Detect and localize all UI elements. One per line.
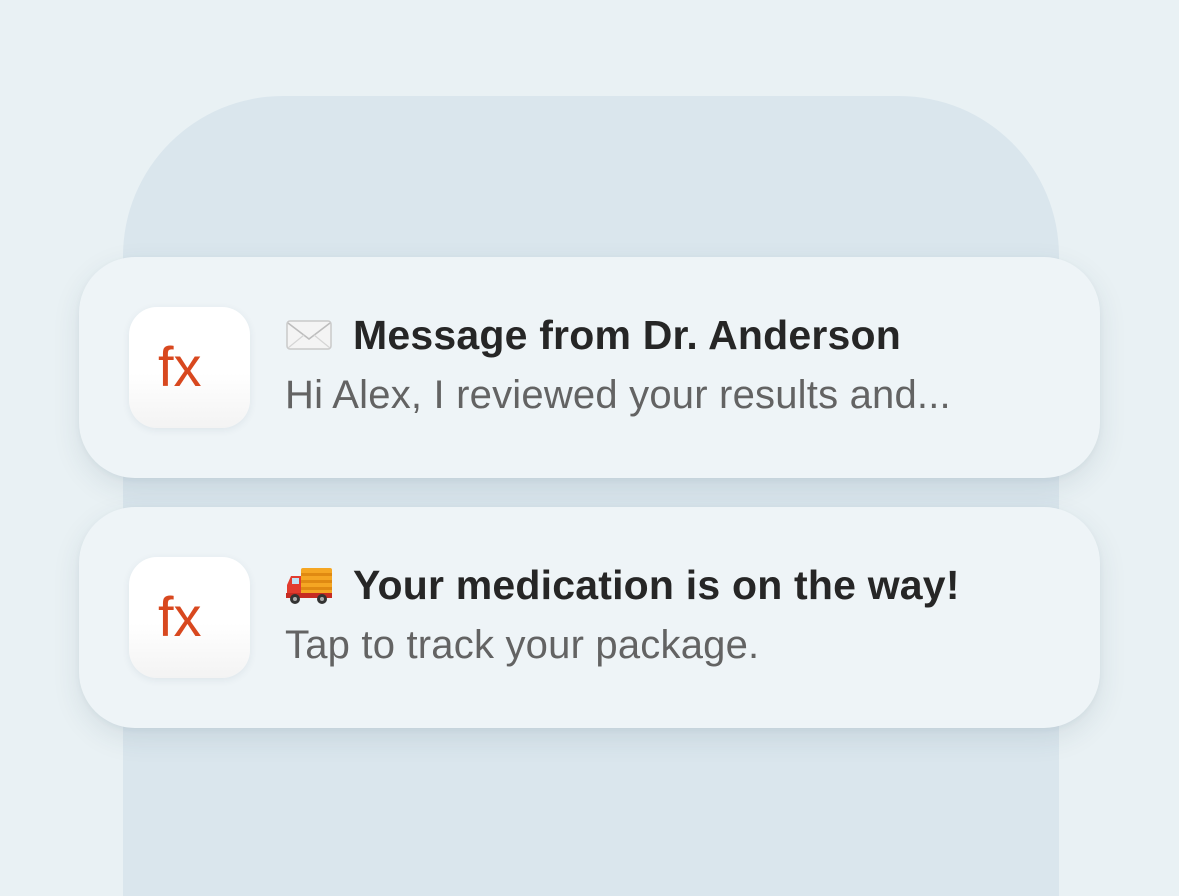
notification-body: Tap to track your package. bbox=[285, 623, 760, 667]
svg-text:fx: fx bbox=[158, 340, 202, 394]
notification-card-message[interactable]: fx Message from Dr. Anderson Hi Alex, I … bbox=[79, 257, 1100, 478]
notification-title-row: Your medication is on the way! bbox=[285, 557, 960, 613]
phone-backdrop bbox=[123, 96, 1059, 896]
notification-body: Hi Alex, I reviewed your results and... bbox=[285, 373, 951, 417]
notification-title-row: Message from Dr. Anderson bbox=[285, 307, 901, 363]
app-icon: fx bbox=[129, 557, 250, 678]
fx-logo-icon: fx bbox=[158, 590, 202, 644]
app-icon: fx bbox=[129, 307, 250, 428]
delivery-truck-icon bbox=[285, 565, 333, 605]
fx-logo-icon: fx bbox=[158, 340, 202, 394]
envelope-icon bbox=[285, 315, 333, 355]
notification-title: Message from Dr. Anderson bbox=[353, 311, 902, 358]
notification-card-delivery[interactable]: fx Your medication is on the way! Tap to… bbox=[79, 507, 1100, 728]
svg-text:fx: fx bbox=[158, 590, 202, 644]
notification-title: Your medication is on the way! bbox=[353, 561, 960, 608]
